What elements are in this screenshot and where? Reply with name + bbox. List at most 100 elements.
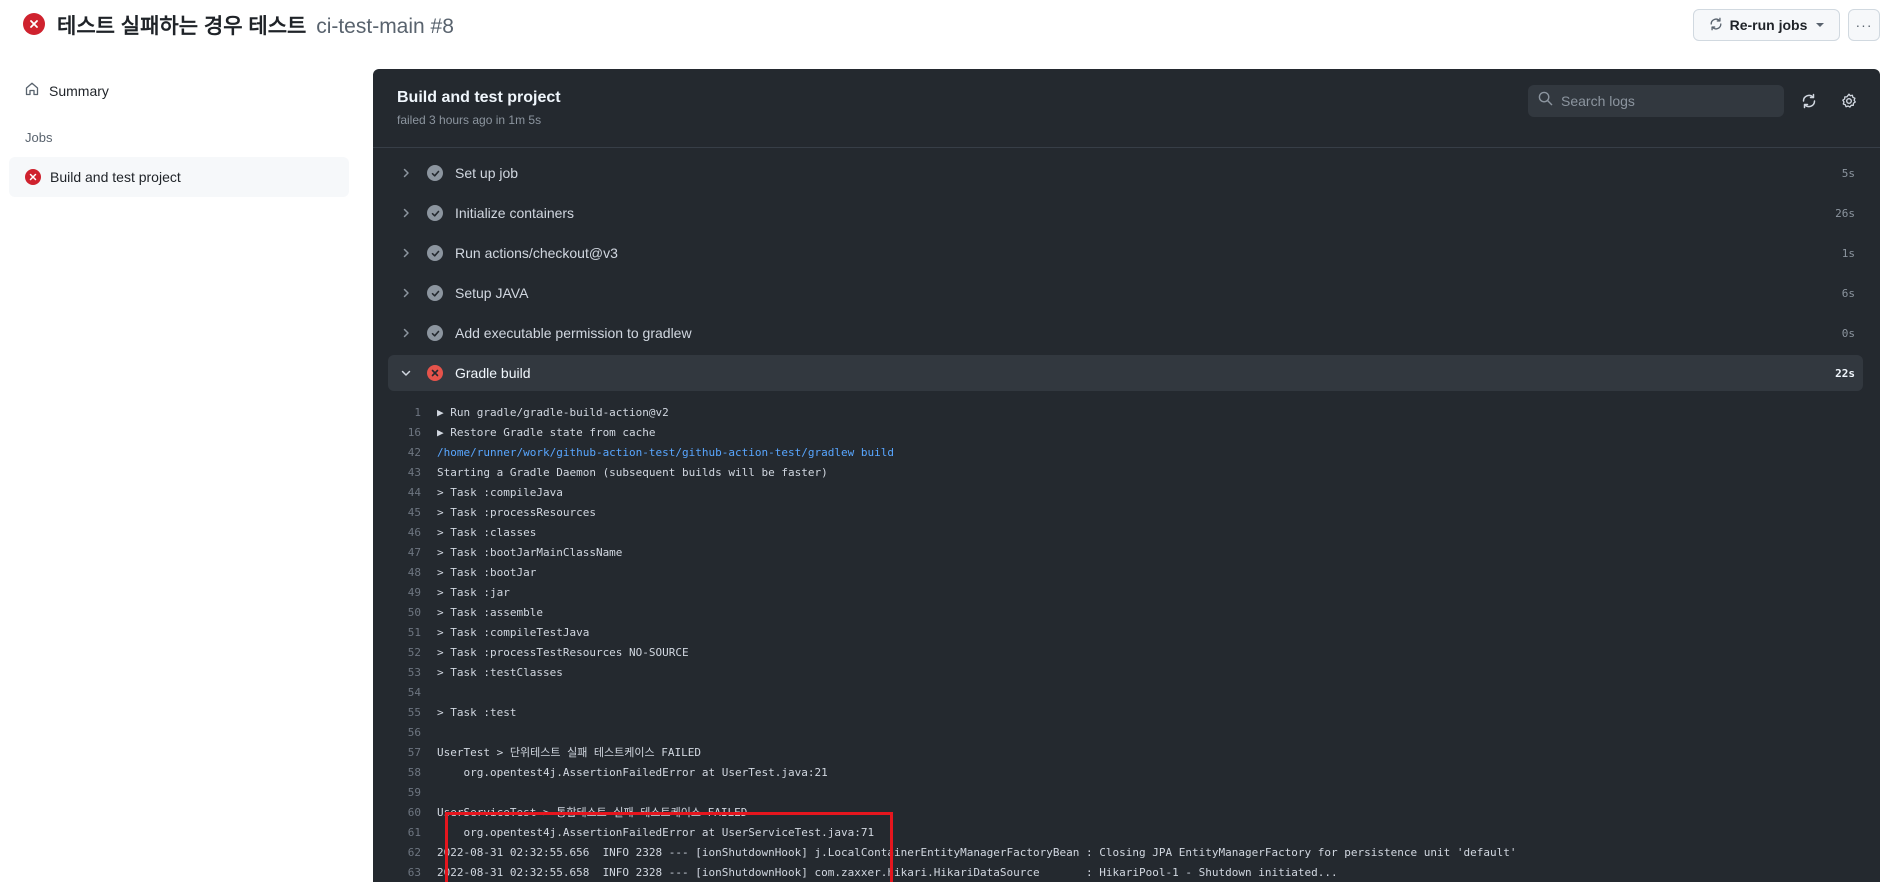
log-line-number[interactable]: 49 (373, 586, 437, 599)
log-line-number[interactable]: 52 (373, 646, 437, 659)
log-line: 50 > Task :assemble (373, 602, 1880, 622)
log-line: 44 > Task :compileJava (373, 482, 1880, 502)
log-line-number[interactable]: 61 (373, 826, 437, 839)
log-line: 63 2022-08-31 02:32:55.658 INFO 2328 --- … (373, 862, 1880, 882)
log-line-number[interactable]: 1 (373, 406, 437, 419)
log-line-number[interactable]: 51 (373, 626, 437, 639)
log-line-number[interactable]: 60 (373, 806, 437, 819)
log-line: 54 (373, 682, 1880, 702)
log-line: 45 > Task :processResources (373, 502, 1880, 522)
log-line-number[interactable]: 50 (373, 606, 437, 619)
page-title: 테스트 실패하는 경우 테스트 ci-test-main #8 (57, 10, 454, 40)
log-line-text: UserServiceTest > 통합테스트 실패 테스트케이스 FAILED (437, 806, 748, 819)
log-line-number[interactable]: 45 (373, 506, 437, 519)
search-logs-input[interactable] (1561, 93, 1771, 109)
log-line-text: > Task :processTestResources NO-SOURCE (437, 645, 689, 659)
log-line: 61 org.opentest4j.AssertionFailedError a… (373, 822, 1880, 842)
x-circle-fill-icon (427, 365, 443, 381)
log-line-number[interactable]: 53 (373, 666, 437, 679)
log-line: 57 UserTest > 단위테스트 실패 테스트케이스 FAILED (373, 742, 1880, 762)
log-line-number[interactable]: 54 (373, 686, 437, 699)
step-log-output: 1 ▶ Run gradle/gradle-build-action@v2 16 ▶ … (373, 402, 1880, 882)
check-circle-fill-icon (427, 245, 443, 261)
step-row[interactable]: Set up job 5s (388, 155, 1863, 191)
log-line-text: > Task :compileJava (437, 485, 563, 499)
log-line-number[interactable]: 16 (373, 426, 437, 439)
step-duration: 6s (1841, 286, 1855, 300)
log-settings-button[interactable] (1835, 87, 1863, 115)
check-circle-fill-icon (427, 205, 443, 221)
log-line-number[interactable]: 48 (373, 566, 437, 579)
log-line-number[interactable]: 44 (373, 486, 437, 499)
log-line-text: UserTest > 단위테스트 실패 테스트케이스 FAILED (437, 746, 702, 759)
step-name: Initialize containers (455, 205, 575, 221)
log-line-number[interactable]: 62 (373, 846, 437, 859)
search-icon (1538, 91, 1553, 111)
log-line-number[interactable]: 47 (373, 546, 437, 559)
chevron-down-icon (398, 367, 414, 379)
job-status-text: failed 3 hours ago in 1m 5s (397, 113, 542, 127)
log-line-text: > Task :bootJarMainClassName (437, 545, 623, 559)
log-line-text: > Task :processResources (437, 505, 596, 519)
step-name: Add executable permission to gradlew (455, 325, 692, 341)
page-header: 테스트 실패하는 경우 테스트 ci-test-main #8 Re-run j… (0, 0, 1885, 50)
sidebar-item-summary[interactable]: Summary (24, 81, 109, 100)
log-line: 43 Starting a Gradle Daemon (subsequent b… (373, 462, 1880, 482)
log-line: 58 org.opentest4j.AssertionFailedError a… (373, 762, 1880, 782)
x-circle-fill-icon (25, 169, 41, 185)
log-line-number[interactable]: 56 (373, 726, 437, 739)
chevron-right-icon (398, 167, 414, 179)
log-line-text: > Task :classes (437, 525, 537, 539)
chevron-right-icon (398, 327, 414, 339)
jobs-heading: Jobs (25, 130, 53, 145)
log-line-number[interactable]: 58 (373, 766, 437, 779)
job-label: Build and test project (50, 169, 181, 185)
triangle-down-icon (1816, 23, 1825, 27)
step-duration: 1s (1841, 246, 1855, 260)
chevron-right-icon (398, 207, 414, 219)
search-logs-box[interactable] (1528, 85, 1784, 117)
check-circle-fill-icon (427, 325, 443, 341)
step-name: Setup JAVA (455, 285, 529, 301)
log-line-number[interactable]: 55 (373, 706, 437, 719)
log-line: 48 > Task :bootJar (373, 562, 1880, 582)
log-line-text: Starting a Gradle Daemon (subsequent bui… (437, 465, 828, 479)
log-line-text: > Task :jar (437, 585, 510, 599)
log-line-number[interactable]: 46 (373, 526, 437, 539)
more-options-button[interactable]: ··· (1848, 9, 1880, 41)
log-group-line[interactable]: 1 ▶ Run gradle/gradle-build-action@v2 (373, 402, 1880, 422)
log-line: 42/home/runner/work/github-action-test/g… (373, 442, 1880, 462)
log-line-number[interactable]: 59 (373, 786, 437, 799)
sync-icon (1802, 93, 1816, 109)
step-duration: 26s (1835, 206, 1855, 220)
step-row[interactable]: Run actions/checkout@v3 1s (388, 235, 1863, 271)
step-row[interactable]: Gradle build 22s (388, 355, 1863, 391)
sync-icon (1709, 17, 1723, 34)
log-line: 51 > Task :compileTestJava (373, 622, 1880, 642)
log-line-text: org.opentest4j.AssertionFailedError at U… (437, 765, 828, 779)
log-line-number[interactable]: 63 (373, 866, 437, 879)
log-line: 55 > Task :test (373, 702, 1880, 722)
log-line-text: > Task :testClasses (437, 665, 563, 679)
refresh-logs-button[interactable] (1795, 87, 1823, 115)
log-line-number[interactable]: 43 (373, 466, 437, 479)
log-line: 52 > Task :processTestResources NO-SOURCE (373, 642, 1880, 662)
rerun-jobs-button[interactable]: Re-run jobs (1693, 9, 1840, 41)
step-row[interactable]: Initialize containers 26s (388, 195, 1863, 231)
step-name: Run actions/checkout@v3 (455, 245, 618, 261)
step-name: Set up job (455, 165, 519, 181)
log-line: 49 > Task :jar (373, 582, 1880, 602)
step-duration: 22s (1835, 366, 1855, 380)
log-line-text: > Task :assemble (437, 605, 543, 619)
check-circle-fill-icon (427, 285, 443, 301)
log-line-number[interactable]: 42 (373, 446, 437, 459)
log-group-line[interactable]: 16 ▶ Restore Gradle state from cache (373, 422, 1880, 442)
step-row[interactable]: Setup JAVA 6s (388, 275, 1863, 311)
summary-label: Summary (49, 82, 109, 99)
step-row[interactable]: Add executable permission to gradlew 0s (388, 315, 1863, 351)
step-name: Gradle build (455, 365, 531, 381)
step-duration: 0s (1841, 326, 1855, 340)
x-circle-fill-icon (23, 13, 45, 35)
sidebar-item-build-and-test-project[interactable]: Build and test project (9, 157, 349, 197)
log-line-number[interactable]: 57 (373, 746, 437, 759)
